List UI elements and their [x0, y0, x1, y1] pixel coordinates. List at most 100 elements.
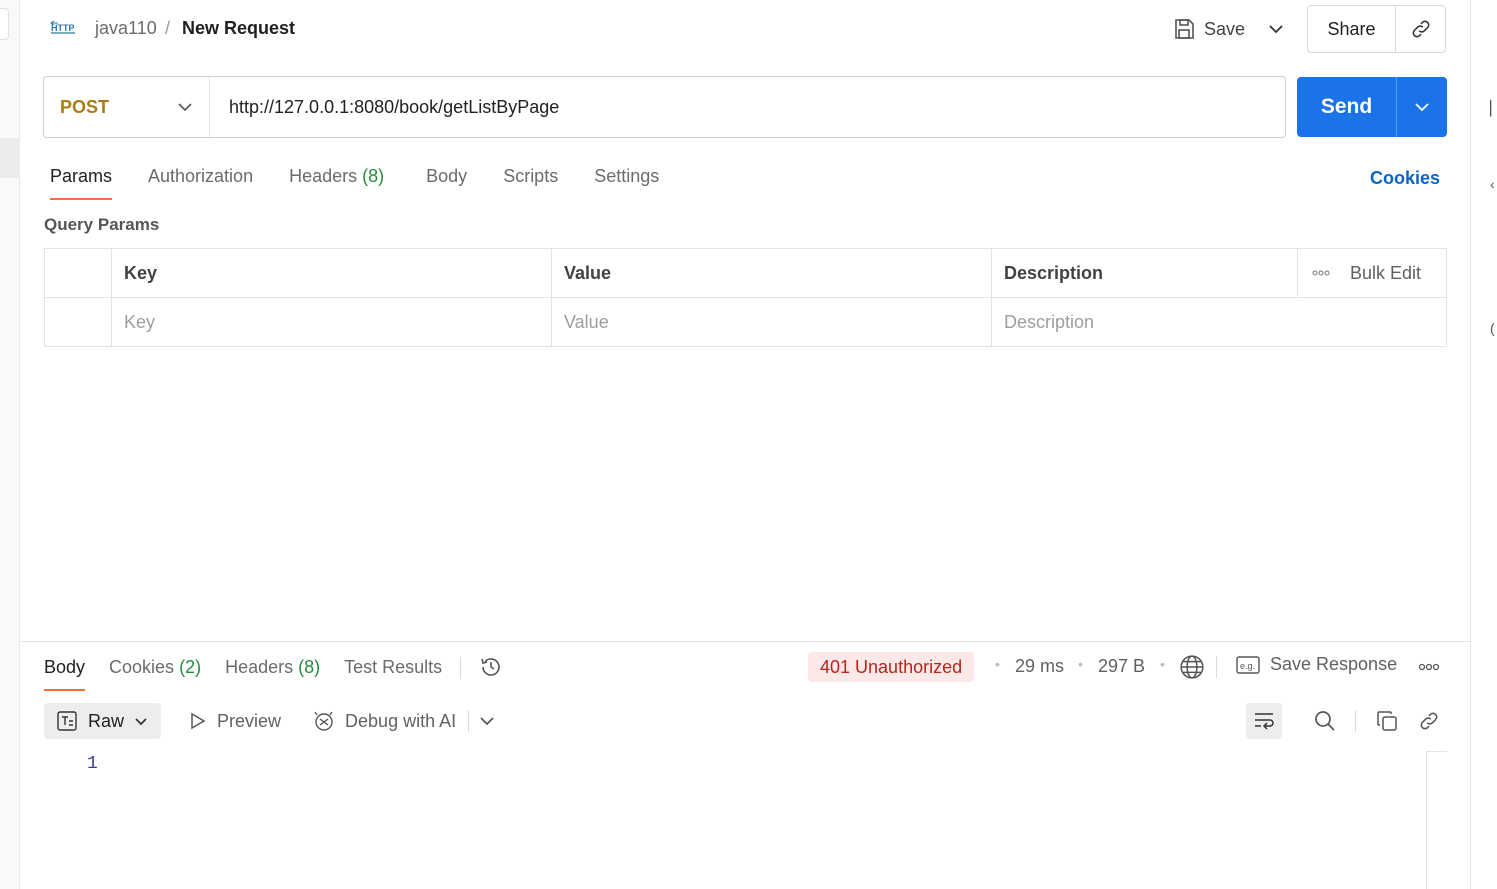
- copy-link-button[interactable]: [1396, 6, 1445, 52]
- tab-body[interactable]: Body: [426, 164, 467, 200]
- http-request-icon: HTTP: [50, 18, 78, 38]
- value-input[interactable]: Value: [552, 298, 992, 347]
- tab-count: (8): [298, 657, 321, 677]
- wrap-lines-icon[interactable]: [1246, 703, 1282, 739]
- share-button[interactable]: Share: [1308, 6, 1396, 52]
- column-header-key: Key: [112, 249, 552, 297]
- separator-dot: •: [1078, 656, 1083, 672]
- tab-count: (2): [179, 657, 202, 677]
- sidebar-collapse-handle[interactable]: [0, 8, 9, 40]
- method-select[interactable]: POST: [44, 77, 210, 137]
- tab-label: Authorization: [148, 166, 254, 186]
- history-icon[interactable]: [479, 655, 503, 691]
- chevron-down-icon: [177, 102, 193, 112]
- breadcrumb-collection[interactable]: java110: [95, 18, 157, 39]
- checkbox-column-header: [45, 249, 112, 297]
- tab-label: Scripts: [503, 166, 559, 186]
- separator-dot: •: [995, 656, 1000, 672]
- save-label: Save: [1204, 18, 1246, 39]
- save-response-button[interactable]: e.g. Save Response: [1236, 654, 1397, 675]
- play-icon: [187, 711, 207, 731]
- tab-label: Body: [426, 166, 468, 186]
- send-button[interactable]: Send: [1297, 77, 1397, 137]
- right-rail-icon[interactable]: ▏: [1490, 100, 1497, 117]
- right-rail-icon[interactable]: ‹: [1490, 176, 1495, 192]
- text-format-icon: [56, 710, 78, 732]
- table-header-row: Key Value Description Bulk Edit: [45, 249, 1446, 298]
- request-url-bar: POST: [43, 76, 1286, 138]
- response-tab-cookies[interactable]: Cookies (2): [109, 655, 201, 691]
- response-toolbar: Raw Preview Debug with AI: [44, 703, 495, 739]
- tab-label: Cookies: [109, 657, 175, 677]
- cookies-link[interactable]: Cookies: [1370, 168, 1440, 189]
- response-tab-body[interactable]: Body: [44, 655, 86, 691]
- debug-with-ai-button[interactable]: Debug with AI: [311, 708, 456, 734]
- divider: [1355, 710, 1356, 732]
- response-divider[interactable]: [20, 641, 1470, 642]
- send-options-button[interactable]: [1397, 77, 1447, 137]
- key-input[interactable]: Key: [112, 298, 552, 347]
- format-label: Raw: [88, 710, 125, 731]
- row-checkbox-cell: [45, 298, 112, 347]
- bulk-edit-cell: Bulk Edit: [1298, 249, 1446, 297]
- tab-params[interactable]: Params: [50, 164, 113, 200]
- tab-label: Test Results: [344, 657, 443, 677]
- response-size[interactable]: 297 B: [1098, 656, 1145, 677]
- response-tab-test-results[interactable]: Test Results: [344, 655, 442, 691]
- description-input[interactable]: Description: [992, 298, 1446, 347]
- tab-label: Headers: [289, 166, 358, 186]
- tab-settings[interactable]: Settings: [594, 164, 659, 200]
- right-sidebar-rail: [1470, 0, 1497, 889]
- bulk-edit-button[interactable]: Bulk Edit: [1350, 263, 1421, 284]
- copy-icon[interactable]: [1369, 703, 1405, 739]
- example-icon: e.g.: [1236, 655, 1260, 675]
- chevron-down-icon: [1268, 24, 1284, 34]
- tab-authorization[interactable]: Authorization: [148, 164, 253, 200]
- response-time[interactable]: 29 ms: [1015, 656, 1064, 677]
- save-options-button[interactable]: [1262, 14, 1290, 44]
- breadcrumb-separator: /: [165, 18, 171, 38]
- tab-label: Body: [44, 657, 86, 677]
- left-sidebar-rail: [0, 0, 20, 889]
- chevron-down-icon: [1414, 102, 1430, 112]
- response-tab-headers[interactable]: Headers (8): [225, 655, 320, 691]
- divider: [468, 710, 470, 732]
- column-header-value: Value: [552, 249, 992, 297]
- network-globe-icon[interactable]: [1179, 654, 1205, 680]
- link-icon[interactable]: [1411, 703, 1447, 739]
- svg-text:HTTP: HTTP: [51, 23, 75, 33]
- save-icon: [1172, 17, 1196, 41]
- preview-label: Preview: [217, 710, 282, 731]
- line-number: 1: [87, 754, 98, 774]
- request-title[interactable]: New Request: [182, 18, 295, 39]
- query-params-table: Key Value Description Bulk Edit Key Valu…: [44, 248, 1447, 347]
- divider: [460, 657, 462, 679]
- url-input[interactable]: [210, 77, 1285, 137]
- tab-scripts[interactable]: Scripts: [503, 164, 558, 200]
- response-scrollbar[interactable]: [1426, 751, 1447, 889]
- response-more-options-icon[interactable]: [1418, 663, 1440, 671]
- preview-button[interactable]: Preview: [187, 711, 281, 732]
- tab-headers[interactable]: Headers (8): [289, 164, 384, 200]
- tab-label: Settings: [594, 166, 660, 186]
- format-select[interactable]: Raw: [44, 703, 161, 739]
- more-options-icon[interactable]: [1312, 270, 1330, 276]
- ai-debug-icon: [311, 708, 337, 734]
- column-header-description: Description: [992, 249, 1298, 297]
- request-tabs: Params Authorization Headers (8) Body Sc…: [50, 164, 659, 200]
- save-button[interactable]: Save: [1166, 8, 1258, 50]
- chevron-down-icon: [134, 717, 148, 726]
- link-icon: [1410, 18, 1432, 40]
- svg-text:e.g.: e.g.: [1240, 661, 1255, 671]
- right-rail-icon[interactable]: (: [1490, 320, 1495, 336]
- sidebar-selected-marker: [0, 138, 20, 178]
- tab-count: (8): [362, 166, 385, 186]
- table-row: Key Value Description: [45, 298, 1446, 347]
- query-params-title: Query Params: [44, 215, 160, 234]
- save-response-label: Save Response: [1270, 654, 1398, 674]
- search-icon[interactable]: [1307, 703, 1343, 739]
- debug-options-chevron[interactable]: [479, 716, 495, 726]
- tab-label: Headers: [225, 657, 294, 677]
- share-group: Share: [1307, 5, 1446, 53]
- status-badge[interactable]: 401 Unauthorized: [808, 652, 975, 682]
